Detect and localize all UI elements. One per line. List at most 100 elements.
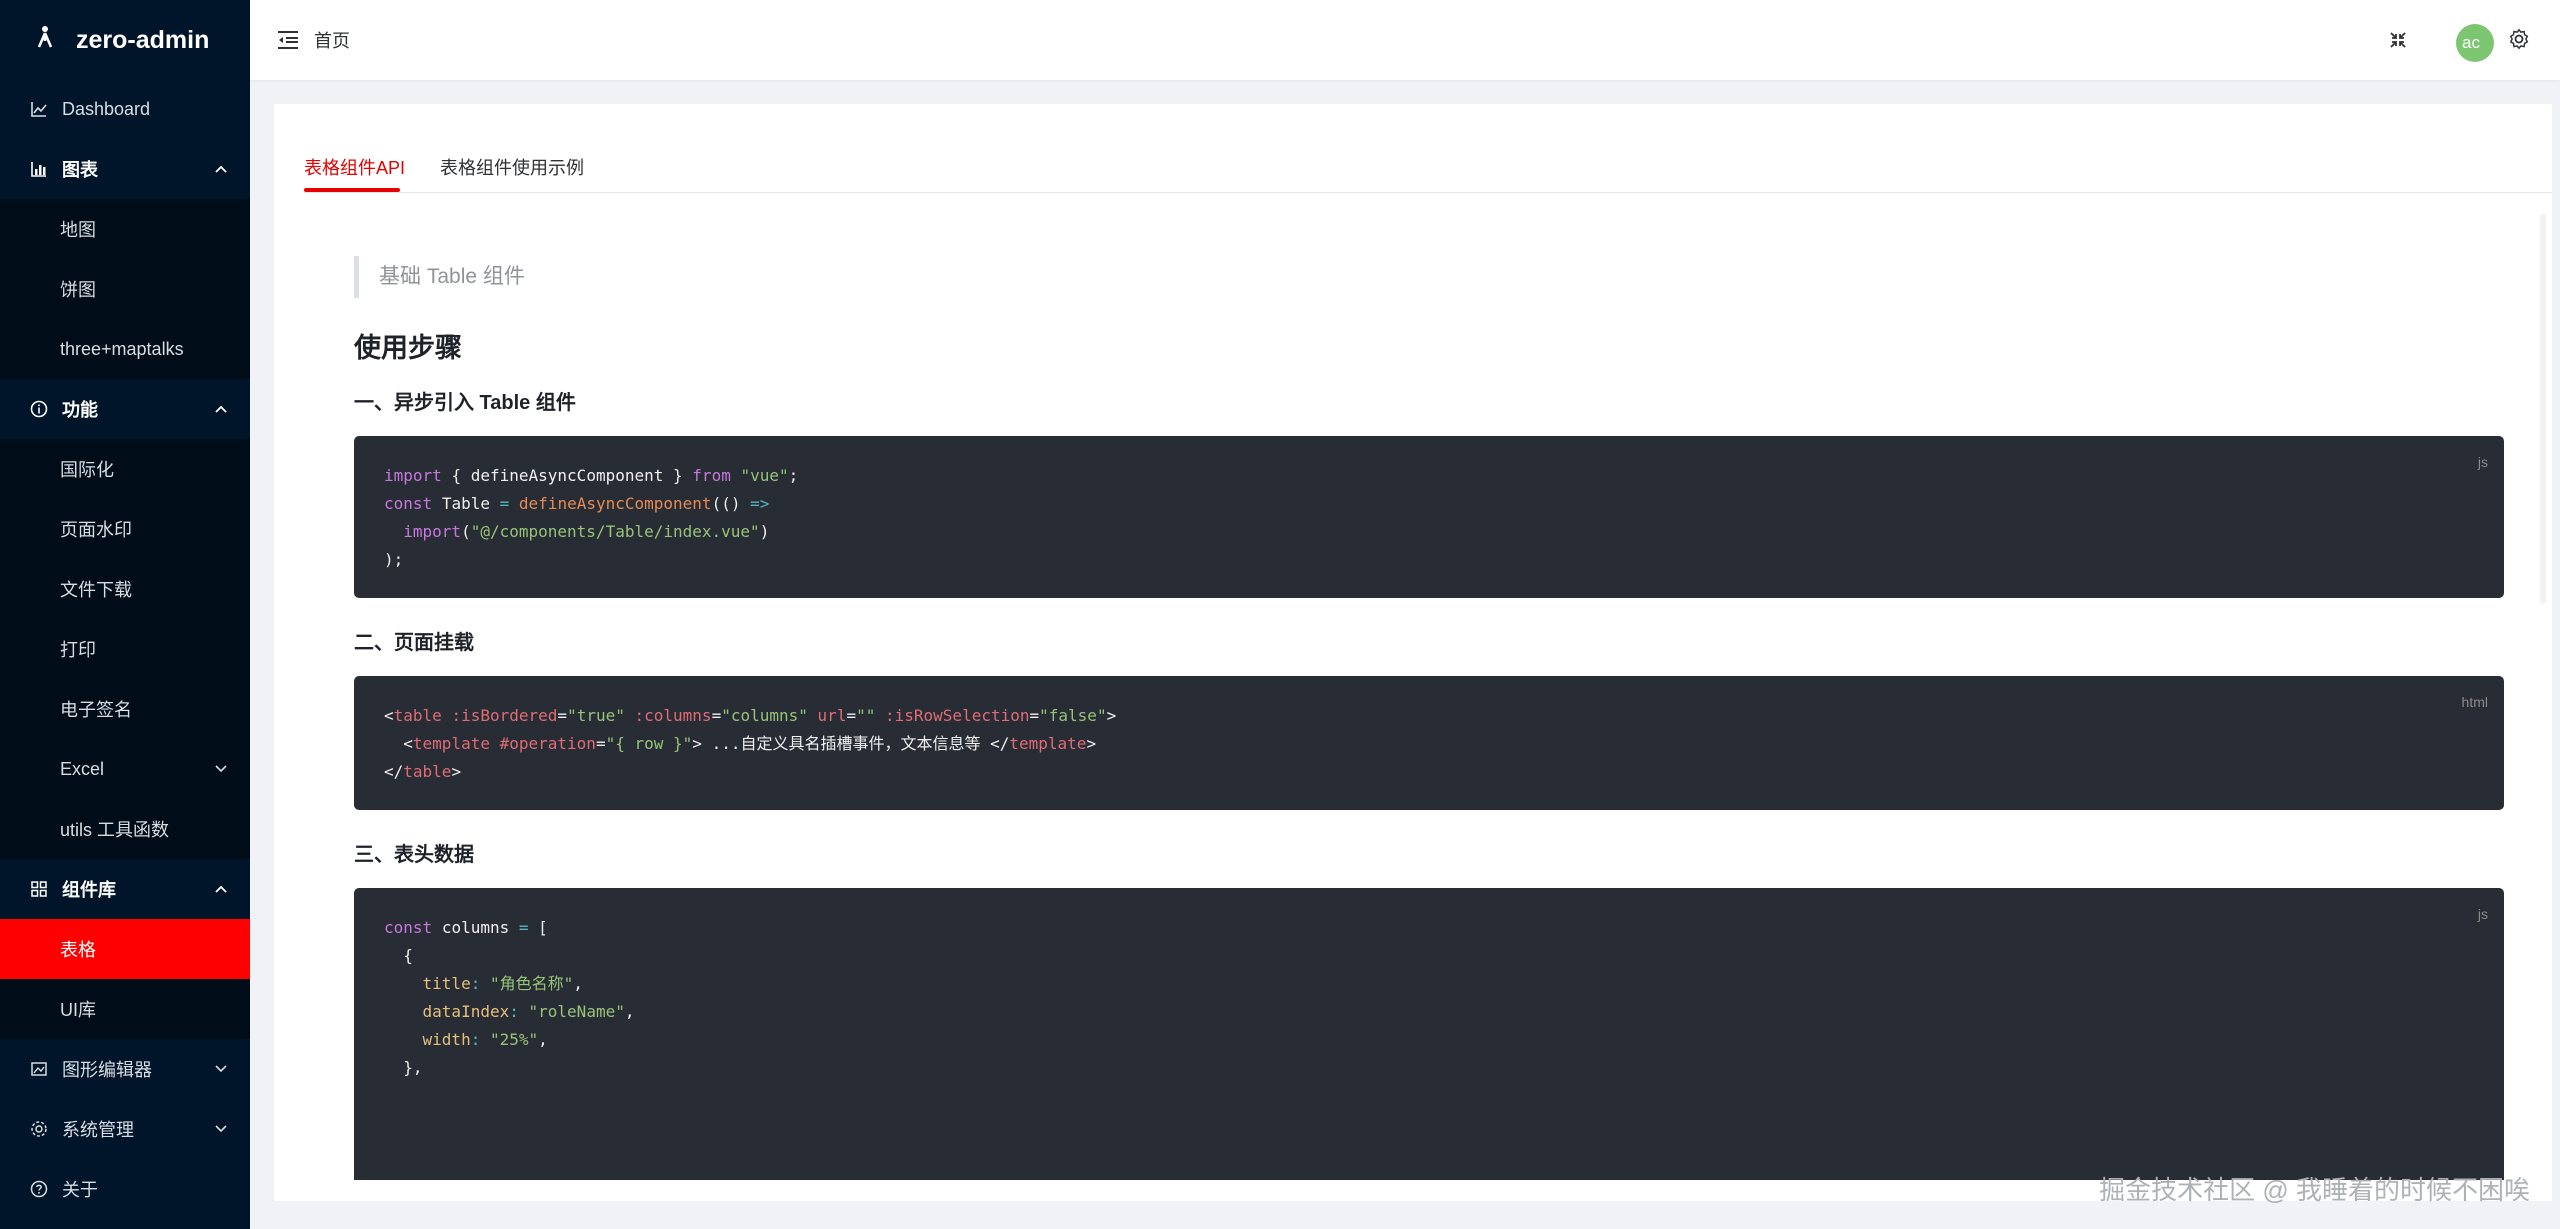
- code-token: ): [759, 522, 770, 541]
- sidebar-group-charts[interactable]: 图表: [0, 139, 250, 199]
- sidebar-group-graphics-editor[interactable]: 图形编辑器: [0, 1039, 250, 1099]
- sidebar-item-label: 文件下载: [60, 580, 132, 600]
- sidebar-item-pie[interactable]: 饼图: [0, 259, 250, 319]
- sidebar-item-signature[interactable]: 电子签名: [0, 679, 250, 739]
- code-lang-label: html: [2461, 694, 2488, 710]
- code-token: "true": [567, 706, 625, 725]
- code-token: </: [384, 762, 404, 781]
- sidebar-item-ui-lib[interactable]: UI库: [0, 979, 250, 1039]
- sidebar-group-label: 功能: [62, 400, 98, 420]
- sidebar-item-watermark[interactable]: 页面水印: [0, 499, 250, 559]
- code-token: "roleName": [528, 1002, 625, 1021]
- avatar[interactable]: ac: [2456, 24, 2494, 62]
- sidebar-group-system[interactable]: 系统管理: [0, 1099, 250, 1159]
- step-heading-2: 二、页面挂载: [354, 632, 474, 654]
- sidebar-item-label: Excel: [60, 758, 105, 779]
- question-circle-icon: [30, 1180, 48, 1198]
- sidebar-group-label: 图表: [62, 160, 98, 180]
- code-line: );: [384, 546, 2474, 574]
- sidebar-item-label: 打印: [60, 640, 96, 660]
- doc-heading: 使用步骤: [354, 333, 462, 363]
- code-token: "columns": [721, 706, 808, 725]
- gear-icon[interactable]: [2508, 28, 2530, 50]
- sidebar-item-i18n[interactable]: 国际化: [0, 439, 250, 499]
- code-token: import: [403, 522, 462, 541]
- step-heading-3: 三、表头数据: [354, 844, 474, 866]
- code-line: import { defineAsyncComponent } from "vu…: [384, 462, 2474, 490]
- image-edit-icon: [30, 1060, 48, 1078]
- code-token: table: [393, 706, 442, 725]
- code-token: defineAsyncComponent: [470, 466, 664, 485]
- code-token: title: [422, 974, 471, 993]
- code-token: template: [1009, 734, 1087, 753]
- tab-table-example[interactable]: 表格组件使用示例: [440, 154, 584, 180]
- code-block-import: js import { defineAsyncComponent } from …: [354, 436, 2504, 598]
- code-token: =>: [750, 494, 770, 513]
- logo-text: zero-admin: [76, 25, 210, 54]
- info-circle-icon: [30, 400, 48, 418]
- code-token: dataIndex: [422, 1002, 510, 1021]
- sidebar-item-label: 国际化: [60, 460, 114, 480]
- sidebar-item-label: three+maptalks: [60, 338, 184, 359]
- line-chart-icon: [30, 100, 48, 118]
- code-token: ): [730, 494, 741, 513]
- code-token: =: [711, 706, 722, 725]
- code-line: <template #operation="{ row }"> ...自定义具名…: [384, 730, 2474, 758]
- doc-content: 基础 Table 组件 使用步骤 一、异步引入 Table 组件 js impo…: [354, 230, 2504, 1180]
- code-token: table: [403, 762, 452, 781]
- code-token: }: [673, 466, 683, 485]
- sidebar-item-dashboard[interactable]: Dashboard: [0, 79, 250, 139]
- code-token: {: [451, 466, 462, 485]
- code-token: =: [499, 494, 510, 513]
- code-token: from: [692, 466, 731, 485]
- code-token: ,: [573, 974, 583, 993]
- sidebar-group-components[interactable]: 组件库: [0, 859, 250, 919]
- sidebar-item-table[interactable]: 表格: [0, 919, 250, 979]
- chevron-down-icon: [214, 1062, 228, 1076]
- sidebar-item-label: UI库: [60, 1000, 96, 1020]
- code-token: template: [412, 734, 490, 753]
- sidebar-item-print[interactable]: 打印: [0, 619, 250, 679]
- code-line: width: "25%",: [384, 1026, 2474, 1054]
- tab-table-api[interactable]: 表格组件API: [304, 154, 405, 180]
- code-token: ,: [624, 1002, 635, 1021]
- sidebar: zero-admin Dashboard 图表 地图 饼图 three+mapt…: [0, 0, 250, 1229]
- gear-icon: [30, 1120, 48, 1138]
- code-token: >: [1106, 706, 1117, 725]
- sidebar-item-download[interactable]: 文件下载: [0, 559, 250, 619]
- code-block-columns: js const columns = [ { title: "角色名称", da…: [354, 888, 2504, 1180]
- step-heading-1: 一、异步引入 Table 组件: [354, 392, 576, 414]
- sidebar-item-map[interactable]: 地图: [0, 199, 250, 259]
- code-line: dataIndex: "roleName",: [384, 998, 2474, 1026]
- code-token: "角色名称": [489, 974, 574, 993]
- chevron-up-icon: [214, 882, 228, 896]
- bar-chart-icon: [30, 160, 48, 178]
- menu-fold-icon[interactable]: [276, 28, 300, 52]
- code-token: "": [856, 706, 876, 725]
- code-line: import("@/components/Table/index.vue"): [403, 522, 770, 541]
- code-token: <: [384, 706, 394, 725]
- code-token: ;: [788, 466, 799, 485]
- code-token: #operation: [499, 734, 596, 753]
- breadcrumb[interactable]: 首页: [314, 27, 350, 53]
- logo-icon: [36, 25, 54, 56]
- logo[interactable]: zero-admin: [0, 0, 250, 80]
- code-token: const: [384, 918, 433, 937]
- scrollbar[interactable]: [2540, 214, 2546, 604]
- code-token: ((: [711, 494, 731, 513]
- sidebar-item-excel[interactable]: Excel: [0, 739, 250, 799]
- sidebar-item-three-maptalks[interactable]: three+maptalks: [0, 319, 250, 379]
- code-token: "{ row }": [605, 734, 693, 753]
- tab-active-indicator: [304, 188, 400, 192]
- code-token: ,: [538, 1030, 548, 1049]
- sidebar-item-about[interactable]: 关于: [0, 1159, 250, 1219]
- code-token: Table: [441, 494, 490, 513]
- sidebar-item-utils[interactable]: utils 工具函数: [0, 799, 250, 859]
- fullscreen-exit-icon[interactable]: [2386, 28, 2410, 52]
- header: 首页 ac: [250, 0, 2560, 80]
- tabs: 表格组件API 表格组件使用示例: [304, 104, 2552, 193]
- sidebar-group-label: 图形编辑器: [62, 1060, 152, 1080]
- code-token: const: [384, 494, 433, 513]
- sidebar-group-features[interactable]: 功能: [0, 379, 250, 439]
- sidebar-group-label: 系统管理: [62, 1120, 134, 1140]
